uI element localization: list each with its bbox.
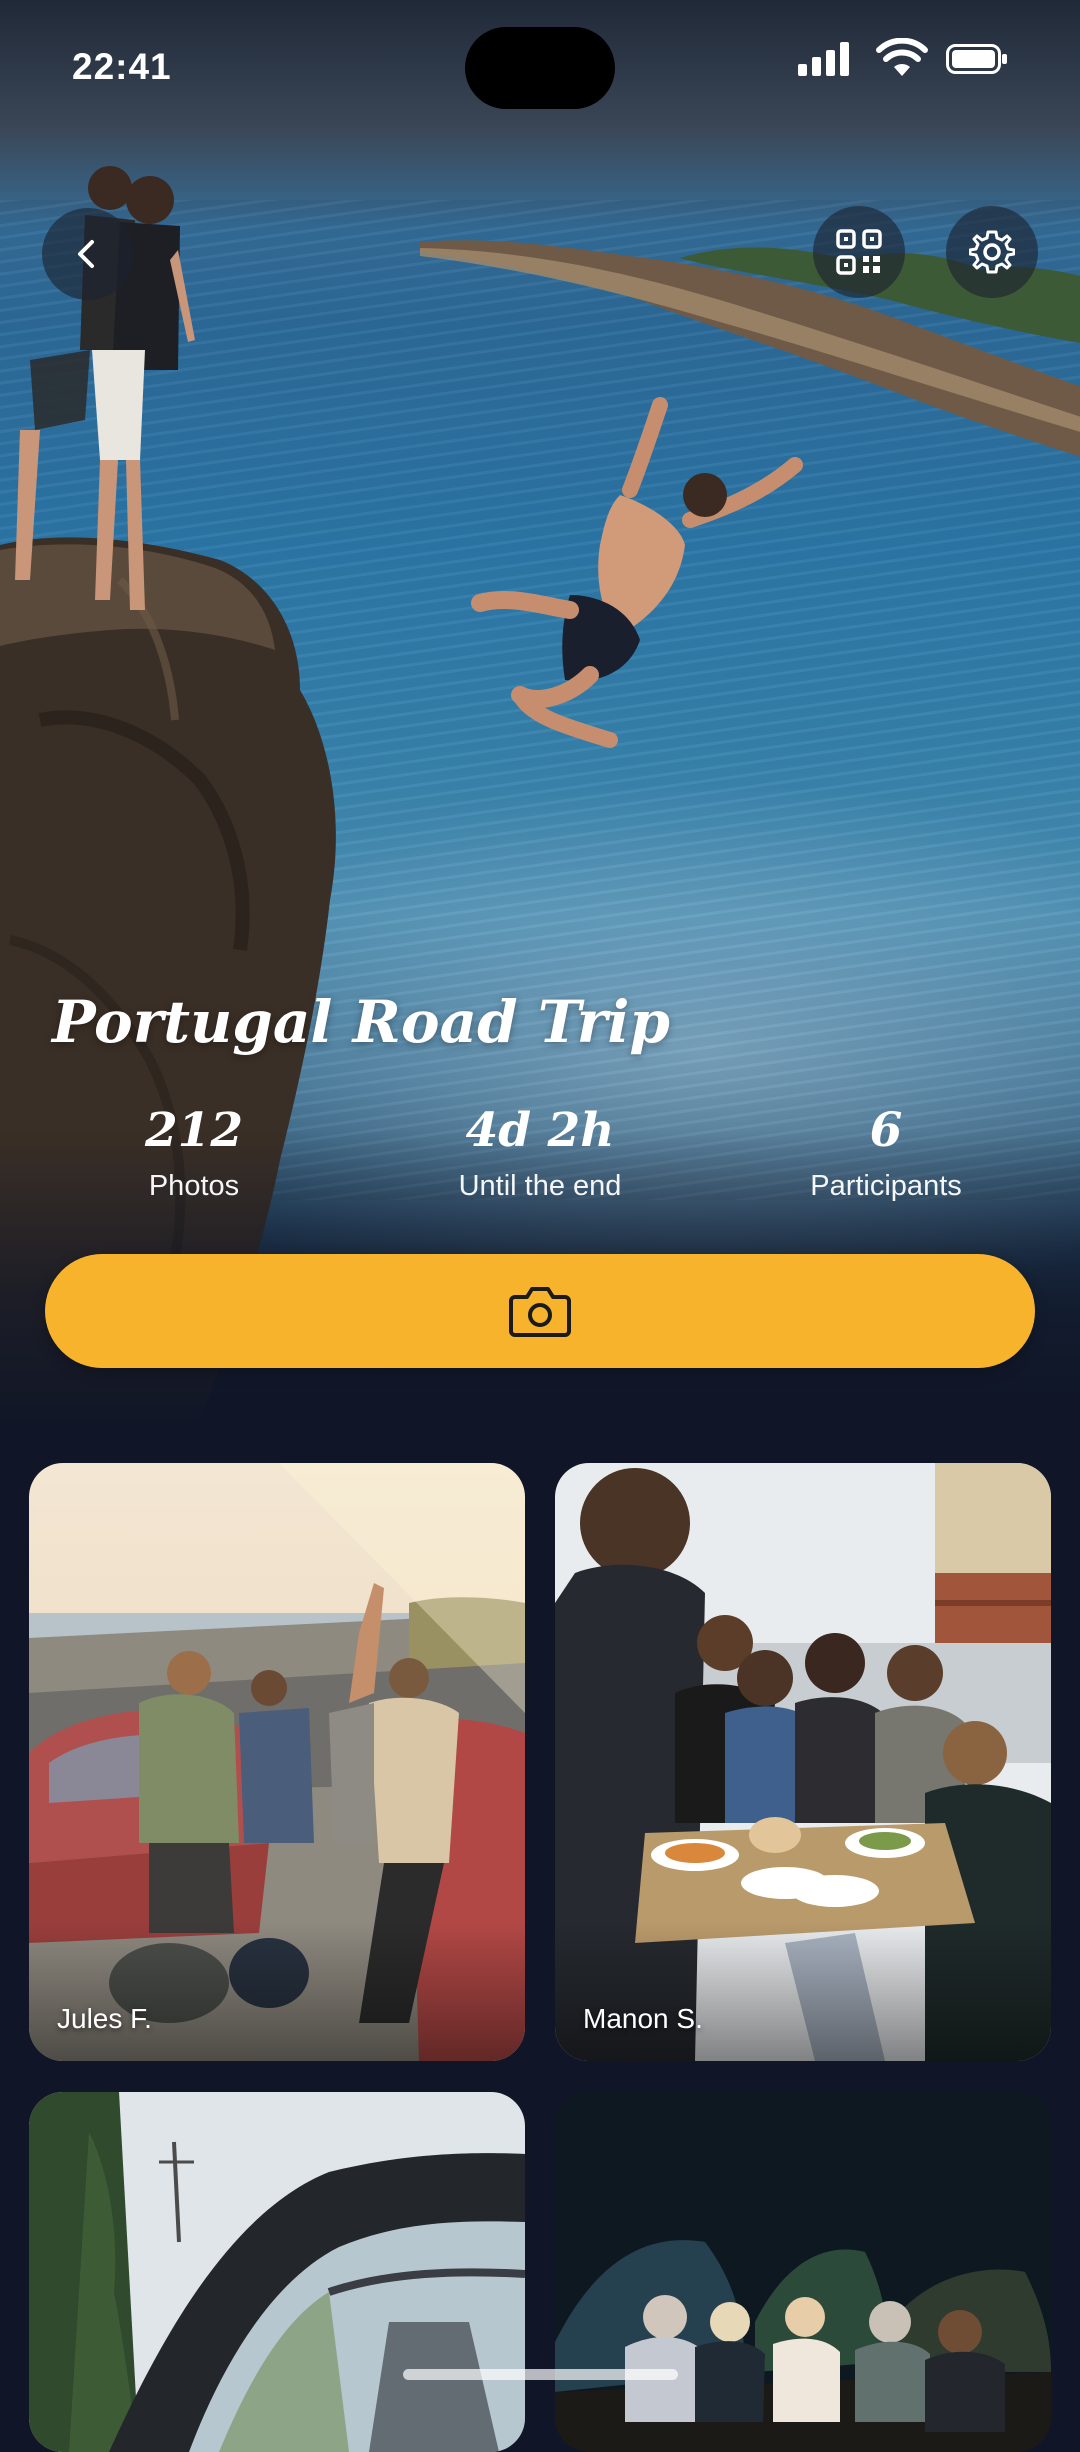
stat-photos-value: 212 (144, 1103, 244, 1158)
gear-icon (969, 230, 1015, 274)
qr-code-button[interactable] (813, 206, 905, 298)
home-indicator[interactable] (403, 2369, 678, 2380)
photo-card[interactable]: Jules F. (29, 1463, 525, 2061)
trip-title: Portugal Road Trip (52, 988, 670, 1056)
take-photo-button[interactable] (45, 1254, 1035, 1368)
settings-button[interactable] (946, 206, 1038, 298)
battery-icon (946, 44, 1007, 74)
chevron-left-icon (78, 240, 94, 268)
photo-camping-night (555, 2092, 1051, 2452)
photo-author: Jules F. (57, 2003, 152, 2034)
back-button[interactable] (42, 208, 134, 300)
photo-car-window (29, 2092, 525, 2452)
status-time: 22:41 (72, 46, 172, 87)
qr-code-icon (836, 229, 882, 275)
status-bar: 22:41 (0, 0, 1080, 140)
stat-photos-label: Photos (148, 1170, 240, 1202)
photo-card[interactable] (29, 2092, 525, 2452)
hero-photo (0, 0, 1080, 1430)
stat-participants-label: Participants (810, 1170, 962, 1202)
stat-until-end-value: 4d 2h (465, 1103, 615, 1158)
photo-card[interactable] (555, 2092, 1051, 2452)
photo-card[interactable]: Manon S. (555, 1463, 1051, 2061)
stat-until-end: 4d 2h Until the end (390, 1102, 690, 1206)
cellular-signal-icon (798, 42, 849, 76)
cliff-jumper (471, 397, 803, 748)
stat-photos: 212 Photos (44, 1102, 344, 1206)
stat-participants-value: 6 (869, 1103, 903, 1158)
photo-card-shade (555, 1921, 1051, 2061)
photo-card-shade (29, 1921, 525, 2061)
camera-icon (509, 1287, 571, 1337)
photo-author: Manon S. (583, 2003, 703, 2034)
wifi-icon (876, 38, 928, 76)
stat-until-end-label: Until the end (458, 1170, 622, 1202)
stat-participants: 6 Participants (736, 1102, 1036, 1206)
dynamic-island (465, 27, 615, 109)
